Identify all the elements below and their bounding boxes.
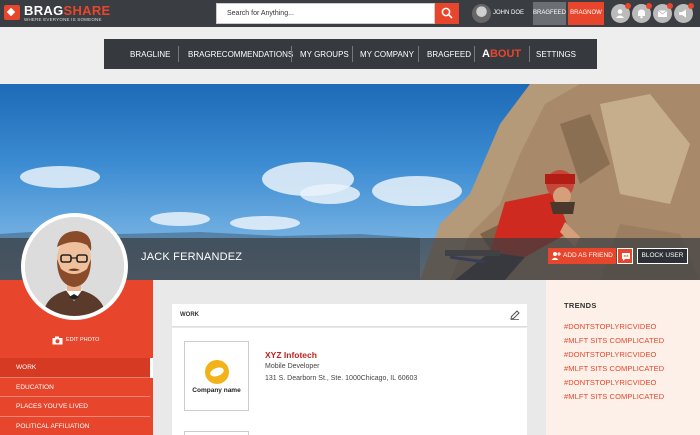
nav-item-bragrecommendations[interactable]: BRAGRECOMMENDATIONS <box>188 50 293 59</box>
nav-divider <box>474 46 475 62</box>
search-input[interactable]: Search for Anything... <box>216 3 435 24</box>
bragnow-button[interactable]: BRAGNOW <box>568 2 604 25</box>
block-user-button[interactable]: BLOCK USER <box>637 248 688 264</box>
camera-icon <box>52 336 63 345</box>
company-logo-mark <box>205 360 229 384</box>
company-logo-text: Company name <box>192 387 241 394</box>
about-menu: WORK EDUCATION PLACES YOU'VE LIVED POLIT… <box>0 358 150 435</box>
work-card-header: WORK <box>172 304 527 327</box>
edit-pencil-icon[interactable] <box>510 310 520 320</box>
notification-icon[interactable] <box>632 3 652 23</box>
profile-name: JACK FERNANDEZ <box>141 251 243 263</box>
message-button[interactable] <box>617 248 633 264</box>
main-nav: BRAGLINE BRAGRECOMMENDATIONS MY GROUPS M… <box>104 39 597 69</box>
trend-item[interactable]: #MLFT SITS COMPLICATED <box>564 392 664 401</box>
bragfeed-button[interactable]: BRAGFEED <box>533 2 566 25</box>
menu-item-places-lived[interactable]: PLACES YOU'VE LIVED <box>0 397 150 417</box>
brand-logo[interactable]: BRAGSHARE WHERE EVERYONE IS SOMEONE <box>4 3 111 23</box>
job-company[interactable]: XYZ Infotech <box>265 350 317 360</box>
company-logo-next <box>184 431 249 435</box>
chat-icon <box>622 253 630 261</box>
nav-item-my-company[interactable]: MY COMPANY <box>360 50 414 59</box>
brand-name: BRAGSHARE <box>24 3 111 18</box>
brand-tagline: WHERE EVERYONE IS SOMEONE <box>24 17 102 22</box>
logo-mark-icon <box>4 5 20 20</box>
search-icon <box>441 7 453 19</box>
nav-item-bragfeed[interactable]: BRAGFEED <box>427 50 471 59</box>
menu-item-education[interactable]: EDUCATION <box>0 378 150 397</box>
add-friend-label: ADD AS FRIEND <box>563 252 613 259</box>
nav-divider <box>352 46 353 62</box>
add-friend-icon[interactable] <box>611 3 631 23</box>
user-menu[interactable]: JOHN DOE <box>469 3 531 24</box>
nav-divider <box>418 46 419 62</box>
job-address: 131 S. Dearborn St., Ste. 1000Chicago, I… <box>265 375 418 382</box>
nav-item-settings[interactable]: SETTINGS <box>536 50 576 59</box>
nav-item-my-groups[interactable]: MY GROUPS <box>300 50 349 59</box>
profile-avatar <box>25 217 124 316</box>
nav-divider <box>178 46 179 62</box>
nav-divider <box>529 46 530 62</box>
trend-item[interactable]: #MLFT SITS COMPLICATED <box>564 336 664 345</box>
company-logo: Company name <box>184 341 249 411</box>
nav-item-bragline[interactable]: BRAGLINE <box>130 50 170 59</box>
menu-item-political-affiliation[interactable]: POLITICAL AFFILIATION <box>0 417 150 435</box>
alert-icon[interactable] <box>674 3 694 23</box>
add-friend-icon <box>551 252 561 260</box>
trend-item[interactable]: #DONTSTOPLYRICVIDEO <box>564 350 656 359</box>
trend-item[interactable]: #DONTSTOPLYRICVIDEO <box>564 378 656 387</box>
avatar <box>472 4 491 23</box>
job-title: Mobile Developer <box>265 363 320 370</box>
add-friend-button[interactable]: ADD AS FRIEND <box>548 248 616 264</box>
user-name: JOHN DOE <box>493 10 525 16</box>
search-button[interactable] <box>435 3 459 24</box>
edit-photo-button[interactable]: EDIT PHOTO <box>52 336 100 345</box>
edit-photo-label: EDIT PHOTO <box>66 337 100 343</box>
menu-item-work[interactable]: WORK <box>0 358 150 378</box>
work-section-title: WORK <box>180 312 199 318</box>
trend-item[interactable]: #MLFT SITS COMPLICATED <box>564 364 664 373</box>
mail-icon[interactable] <box>653 3 673 23</box>
trends-title: TRENDS <box>564 301 597 310</box>
nav-divider <box>291 46 292 62</box>
trend-item[interactable]: #DONTSTOPLYRICVIDEO <box>564 322 656 331</box>
nav-item-about[interactable]: ABOUT <box>482 48 521 60</box>
